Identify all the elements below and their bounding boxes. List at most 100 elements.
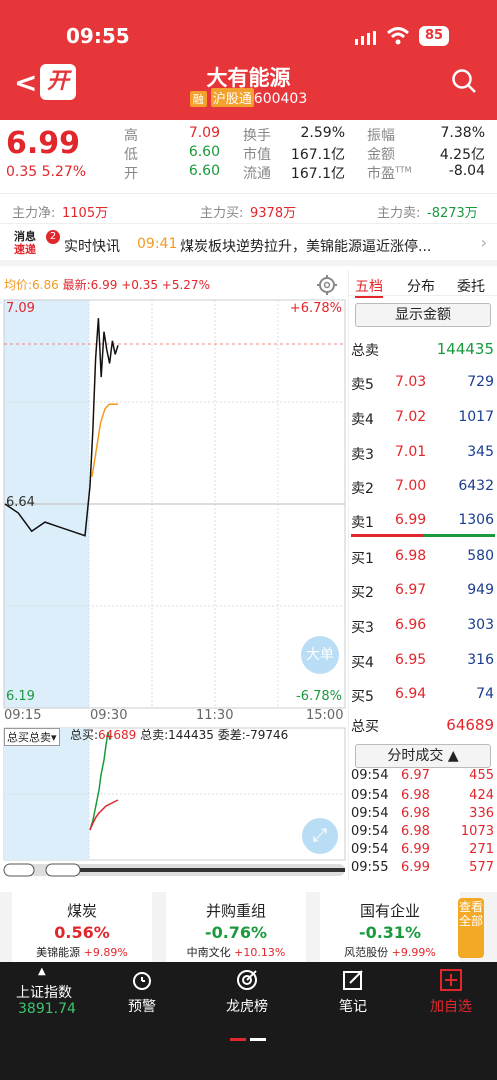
tick-row: 09:55 6.99 577 bbox=[351, 860, 494, 875]
big-order-button[interactable]: 大单 bbox=[301, 636, 339, 674]
main-flow-bar: 主力净: 1105万 主力买: 9378万 主力卖: -8273万 bbox=[0, 197, 497, 224]
index-name[interactable]: 上证指数 bbox=[16, 982, 72, 1002]
news-text: 煤炭板块逆势拉升，美锦能源逼近涨停... bbox=[180, 239, 432, 255]
intraday-chart[interactable]: 均价:6.86 最新:6.99 +0.35 +5.27% 7.09 6.64 6… bbox=[0, 270, 348, 880]
nav-alert[interactable]: 预警 bbox=[128, 968, 156, 1016]
open-label: 开 bbox=[124, 166, 138, 182]
edit-note-icon bbox=[341, 968, 365, 992]
current-price: 6.99 bbox=[6, 126, 81, 161]
ask-row: 卖4 7.02 1017 bbox=[351, 409, 494, 428]
turnover-label: 换手 bbox=[243, 128, 271, 144]
pct-bot-label: -6.78% bbox=[296, 689, 342, 704]
total-buy-line bbox=[89, 731, 111, 831]
tab-orders[interactable]: 委托 bbox=[457, 276, 485, 296]
turnover-value: 2.59% bbox=[300, 125, 345, 141]
sub-indicator-select[interactable]: 总买总卖▾ bbox=[4, 728, 60, 746]
ask-row: 卖5 7.03 729 bbox=[351, 374, 494, 393]
chevron-right-icon: › bbox=[480, 233, 487, 252]
time-label-0930: 09:30 bbox=[90, 708, 128, 723]
avg-price-line bbox=[91, 403, 118, 477]
tick-row: 09:54 6.99 271 bbox=[351, 842, 494, 857]
top-bar: 09:55 85 < 开 大有能源 融沪股通 600403 bbox=[0, 0, 497, 120]
time-label-1500: 15:00 bbox=[306, 708, 344, 723]
buy-flow-value: 9378万 bbox=[250, 206, 297, 221]
quote-panel: 6.99 0.35 5.27% 高 7.09 低 6.60 开 6.60 换手 … bbox=[0, 120, 497, 194]
tick-row: 09:54 6.98 336 bbox=[351, 806, 494, 821]
y-mid-label: 6.64 bbox=[6, 495, 35, 510]
pe-value: -8.04 bbox=[448, 163, 485, 179]
total-buy-row: 总买 64689 bbox=[351, 716, 494, 735]
buy-flow-label: 主力买: bbox=[200, 206, 244, 221]
total-sell-row: 总卖 144435 bbox=[351, 340, 494, 359]
status-time: 09:55 bbox=[66, 24, 130, 48]
news-time: 09:41 bbox=[137, 236, 178, 252]
tab-distribution[interactable]: 分布 bbox=[407, 276, 435, 296]
pct-top-label: +6.78% bbox=[289, 301, 342, 316]
ticks-list: 09:54 6.97 455 09:54 6.98 424 09:54 6.98 336 0… bbox=[349, 768, 497, 878]
expand-up-icon[interactable]: ▲ bbox=[38, 966, 46, 977]
bid-ask-divider bbox=[351, 534, 495, 537]
sell-flow-label: 主力卖: bbox=[377, 206, 421, 221]
target-icon bbox=[235, 968, 259, 992]
show-amount-button[interactable]: 显示金额 bbox=[355, 303, 491, 327]
tick-row: 09:54 6.98 1073 bbox=[351, 824, 494, 839]
add-icon bbox=[439, 968, 463, 992]
nav-dragon-tiger[interactable]: 龙虎榜 bbox=[226, 968, 268, 1016]
sector-cards: 煤炭 0.56% 美锦能源 +9.89% 并购重组 -0.76% 中南文化 +1… bbox=[0, 892, 497, 964]
sector-card-merger[interactable]: 并购重组 -0.76% 中南文化 +10.13% bbox=[166, 892, 306, 964]
bottom-nav: ▲ 上证指数 3891.74 预警 龙虎榜 笔记 加自选 bbox=[0, 962, 497, 1080]
stock-subtitle: 融沪股通 600403 bbox=[0, 88, 497, 107]
margin-tag: 融 bbox=[189, 91, 207, 107]
news-title: 实时快讯 bbox=[64, 239, 120, 255]
nav-notes[interactable]: 笔记 bbox=[339, 968, 367, 1016]
order-book: 五档 分布 委托 显示金额 总卖 144435 卖5 7.03 729 卖4 7.02 1… bbox=[348, 270, 497, 880]
connect-tag: 沪股通 bbox=[210, 88, 254, 107]
news-logo: 消息 速递 bbox=[14, 230, 36, 256]
time-label-0915: 09:15 bbox=[4, 708, 42, 723]
wifi-icon bbox=[386, 27, 410, 45]
sector-card-coal[interactable]: 煤炭 0.56% 美锦能源 +9.89% bbox=[12, 892, 152, 964]
low-value: 6.60 bbox=[188, 144, 220, 160]
tick-row: 09:54 6.97 455 bbox=[351, 768, 494, 783]
signal-icon bbox=[355, 30, 377, 45]
ask-row: 卖3 7.01 345 bbox=[351, 444, 494, 463]
open-value: 6.60 bbox=[188, 163, 220, 179]
net-flow-label: 主力净: bbox=[12, 206, 56, 221]
nav-add-watchlist[interactable]: 加自选 bbox=[430, 968, 472, 1016]
amplitude-value: 7.38% bbox=[440, 125, 485, 141]
page-indicator bbox=[250, 1038, 266, 1041]
alarm-clock-icon bbox=[130, 968, 154, 992]
news-ticker[interactable]: 消息 速递 2 实时快讯 09:41 煤炭板块逆势拉升，美锦能源逼近涨停... › bbox=[0, 226, 497, 266]
float-value: 167.1亿 bbox=[290, 166, 345, 182]
y-bot-label: 6.19 bbox=[6, 689, 35, 704]
time-label-1130: 11:30 bbox=[196, 708, 234, 723]
amount-value: 4.25亿 bbox=[439, 147, 485, 163]
news-badge: 2 bbox=[46, 230, 60, 244]
stock-code: 600403 bbox=[253, 91, 308, 107]
view-all-button[interactable]: 查看全部 bbox=[458, 898, 484, 958]
index-value: 3891.74 bbox=[18, 1001, 76, 1017]
price-chart-svg bbox=[3, 299, 346, 877]
amount-label: 金额 bbox=[367, 147, 395, 163]
y-top-label: 7.09 bbox=[6, 301, 35, 316]
page-indicator-active bbox=[230, 1038, 246, 1041]
float-label: 流通 bbox=[243, 166, 271, 182]
tick-row: 09:54 6.98 424 bbox=[351, 788, 494, 803]
high-value: 7.09 bbox=[188, 125, 220, 141]
low-label: 低 bbox=[124, 147, 138, 163]
bid-row: 买1 6.98 580 bbox=[351, 548, 494, 567]
pe-label: 市盈TTM bbox=[367, 165, 412, 182]
net-flow-value: 1105万 bbox=[62, 206, 109, 221]
ticks-toggle-button[interactable]: 分时成交 ▲ bbox=[355, 744, 491, 768]
tab-five-level[interactable]: 五档 bbox=[355, 276, 383, 298]
mktcap-label: 市值 bbox=[243, 147, 271, 163]
battery-icon: 85 bbox=[419, 26, 449, 46]
sector-card-soe[interactable]: 国有企业 -0.31% 风范股份 +9.99% bbox=[320, 892, 460, 964]
mktcap-value: 167.1亿 bbox=[290, 147, 345, 163]
bid-row: 买5 6.94 74 bbox=[351, 686, 494, 705]
price-change: 0.35 5.27% bbox=[6, 164, 87, 180]
bid-row: 买4 6.95 316 bbox=[351, 652, 494, 671]
ask-row: 卖2 7.00 6432 bbox=[351, 478, 494, 497]
fullscreen-icon[interactable]: ⤢ bbox=[302, 818, 338, 854]
search-icon[interactable] bbox=[451, 68, 477, 94]
